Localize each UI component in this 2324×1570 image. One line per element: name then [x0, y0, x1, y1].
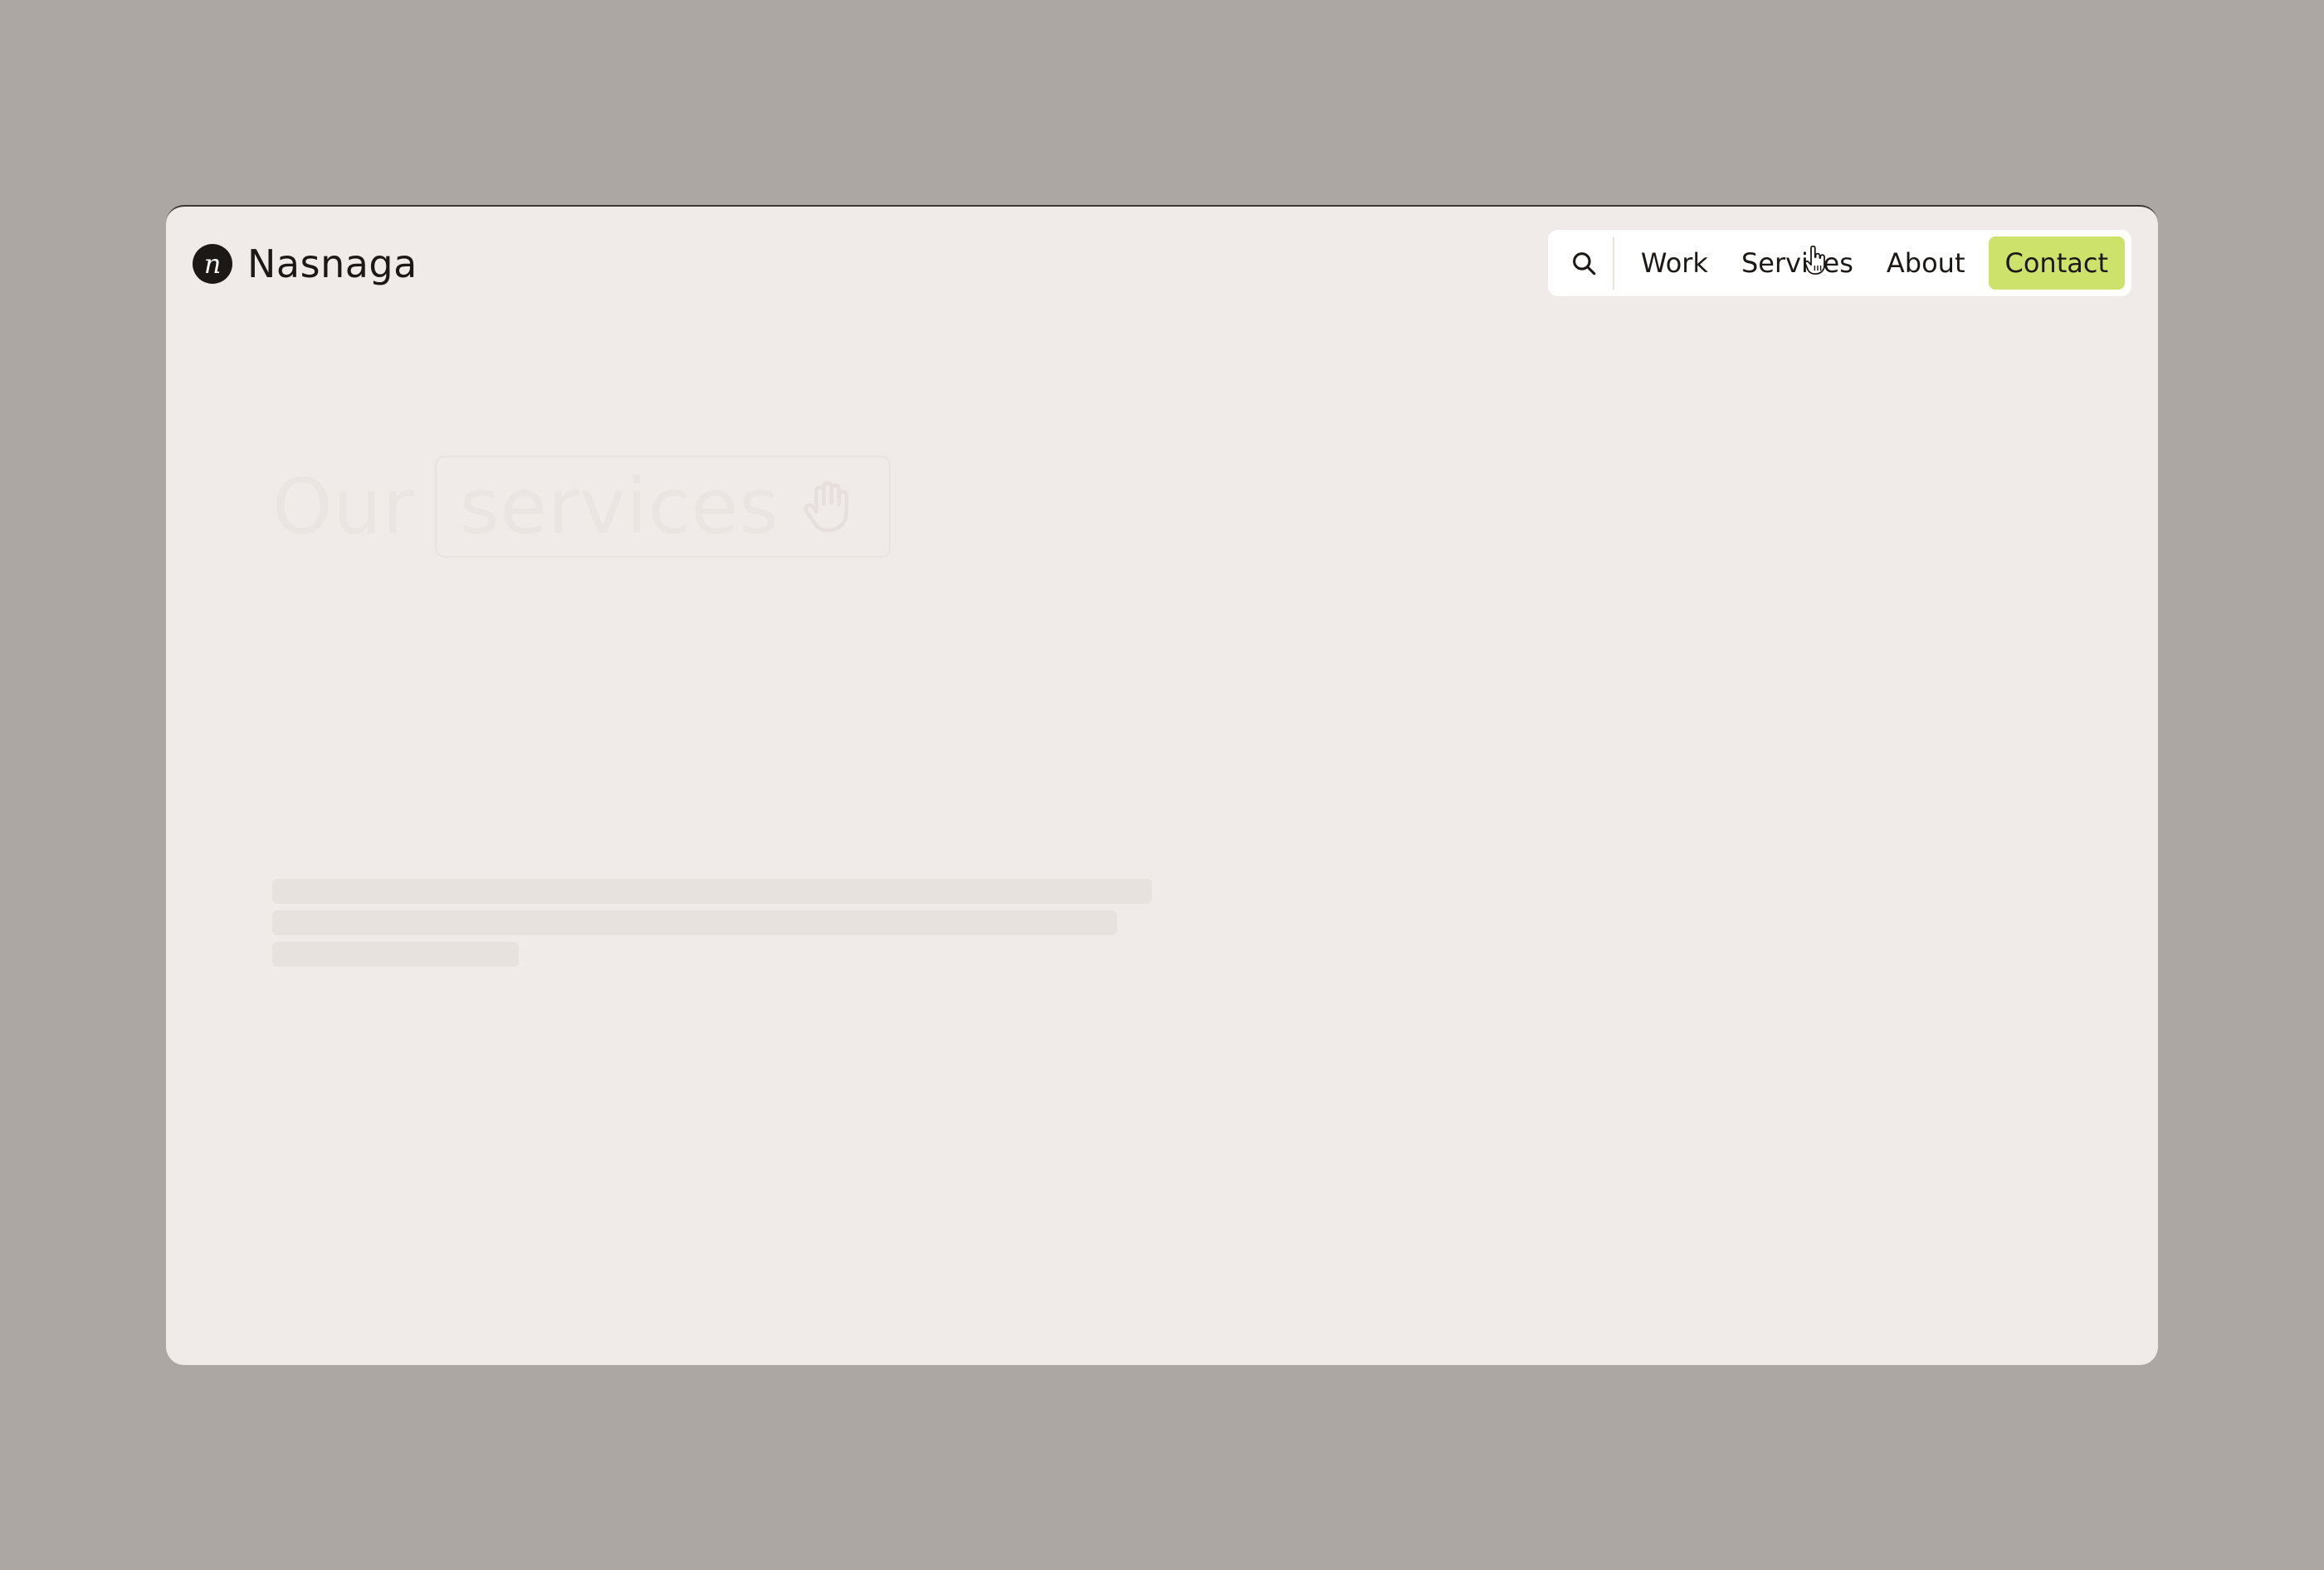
hand-cursor-icon [1804, 246, 1825, 275]
hero-title-highlight: services [459, 462, 780, 551]
brand-name: Nasnaga [247, 241, 417, 286]
hero-description-placeholder [272, 879, 1152, 967]
main-nav: Work Services About Contact [1547, 230, 2131, 296]
hero-title-prefix: Our [272, 462, 415, 551]
nav-link-about[interactable]: About [1870, 236, 1982, 290]
nav-link-work[interactable]: Work [1624, 236, 1725, 290]
logo-mark: n [193, 244, 232, 284]
browser-window: n Nasnaga Work Services About Contact Ou… [166, 205, 2158, 1365]
hero-description-line [272, 942, 519, 967]
nav-link-services[interactable]: Services [1725, 236, 1870, 290]
contact-button[interactable]: Contact [1988, 236, 2125, 290]
search-button[interactable] [1555, 236, 1614, 290]
search-icon [1573, 252, 1596, 275]
hero-title: Our services [272, 456, 891, 558]
hero-description-line [272, 910, 1117, 935]
hero-description-line [272, 879, 1152, 904]
waving-hand-icon [803, 480, 849, 532]
brand-logo[interactable]: n Nasnaga [193, 241, 417, 286]
hero-title-highlight-box: services [434, 456, 891, 558]
